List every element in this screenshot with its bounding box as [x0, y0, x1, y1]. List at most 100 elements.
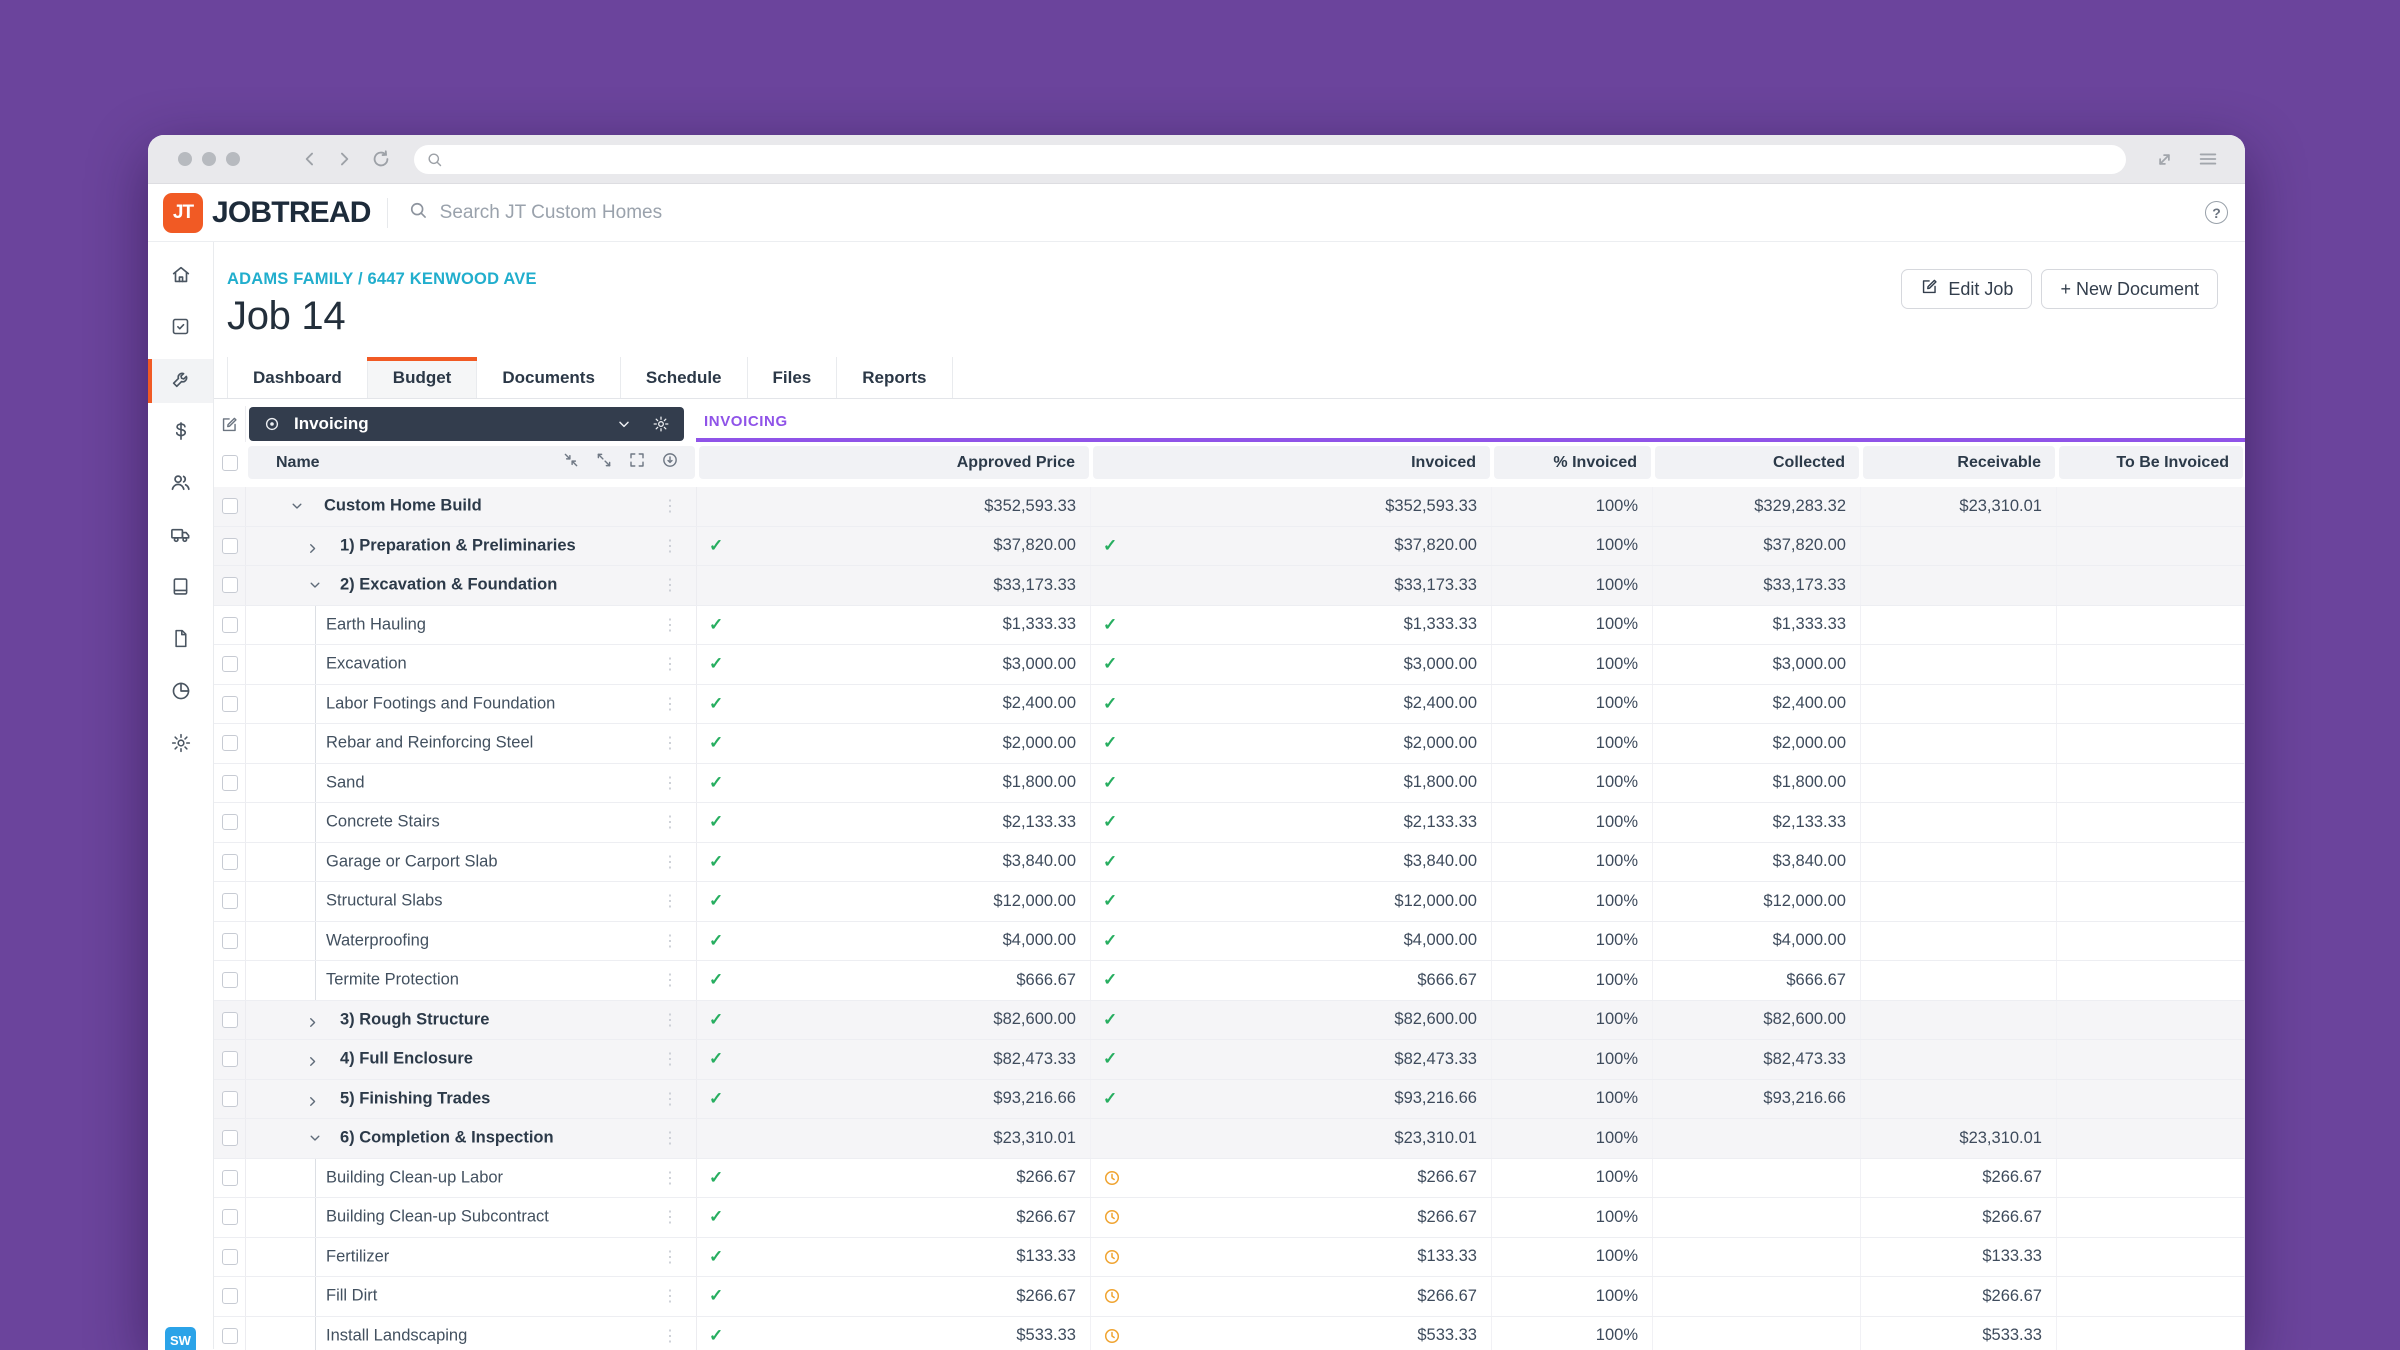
row-menu-icon[interactable]: ⋮	[662, 496, 678, 516]
sidebar-item-vendors[interactable]	[148, 515, 213, 559]
row-name[interactable]: Structural Slabs	[326, 892, 442, 911]
row-checkbox[interactable]	[221, 1130, 238, 1147]
new-document-button[interactable]: + New Document	[2041, 269, 2218, 309]
browser-back-icon[interactable]	[300, 149, 320, 169]
row-menu-icon[interactable]: ⋮	[662, 1207, 678, 1227]
row-menu-icon[interactable]: ⋮	[662, 733, 678, 753]
row-menu-icon[interactable]: ⋮	[662, 1010, 678, 1030]
row-name[interactable]: Sand	[326, 773, 365, 792]
column-header-pct-invoiced[interactable]: % Invoiced	[1494, 446, 1651, 479]
row-name[interactable]: 2) Excavation & Foundation	[340, 576, 557, 595]
row-menu-icon[interactable]: ⋮	[662, 654, 678, 674]
row-name[interactable]: Waterproofing	[326, 931, 429, 950]
row-menu-icon[interactable]: ⋮	[662, 575, 678, 595]
sidebar-item-reports[interactable]	[148, 671, 213, 715]
row-name[interactable]: Concrete Stairs	[326, 813, 440, 832]
window-maximize-icon[interactable]	[226, 152, 240, 166]
search-input[interactable]	[439, 201, 2185, 224]
tab-documents[interactable]: Documents	[477, 357, 621, 398]
window-minimize-icon[interactable]	[202, 152, 216, 166]
browser-forward-icon[interactable]	[334, 149, 354, 169]
row-checkbox[interactable]	[221, 498, 238, 515]
tab-files[interactable]: Files	[747, 357, 838, 398]
row-checkbox[interactable]	[221, 893, 238, 910]
expand-all-icon[interactable]	[595, 451, 613, 474]
table-row[interactable]: Fill Dirt ⋮ ✓ $266.67 ✓ $266.67 100% $26…	[214, 1277, 2245, 1317]
tab-dashboard[interactable]: Dashboard	[227, 357, 368, 398]
row-menu-icon[interactable]: ⋮	[662, 1049, 678, 1069]
table-row[interactable]: 2) Excavation & Foundation ⋮ ✓ $33,173.3…	[214, 566, 2245, 606]
row-name[interactable]: 3) Rough Structure	[340, 1010, 489, 1029]
table-row[interactable]: 6) Completion & Inspection ⋮ ✓ $23,310.0…	[214, 1119, 2245, 1159]
table-row[interactable]: Waterproofing ⋮ ✓ $4,000.00 ✓ $4,000.00 …	[214, 921, 2245, 961]
global-search[interactable]	[408, 200, 2185, 225]
view-selector-dropdown[interactable]: Invoicing	[249, 407, 684, 441]
row-checkbox[interactable]	[221, 1248, 238, 1265]
table-row[interactable]: Structural Slabs ⋮ ✓ $12,000.00 ✓ $12,00…	[214, 882, 2245, 922]
row-menu-icon[interactable]: ⋮	[662, 1326, 678, 1346]
row-name[interactable]: 5) Finishing Trades	[340, 1089, 490, 1108]
column-header-invoiced[interactable]: Invoiced	[1093, 446, 1490, 479]
row-name[interactable]: Fill Dirt	[326, 1287, 377, 1306]
row-checkbox[interactable]	[221, 1169, 238, 1186]
sidebar-item-documents[interactable]	[148, 619, 213, 663]
row-checkbox[interactable]	[221, 577, 238, 594]
table-row[interactable]: 5) Finishing Trades ⋮ ✓ $93,216.66 ✓ $93…	[214, 1079, 2245, 1119]
tab-reports[interactable]: Reports	[837, 357, 953, 398]
row-chevron-icon[interactable]	[306, 1094, 325, 1108]
collapse-all-icon[interactable]	[562, 451, 580, 474]
row-checkbox[interactable]	[221, 972, 238, 989]
tab-schedule[interactable]: Schedule	[620, 357, 748, 398]
download-export-icon[interactable]	[661, 451, 679, 474]
sidebar-item-contacts[interactable]	[148, 463, 213, 507]
row-checkbox[interactable]	[221, 616, 238, 633]
row-name[interactable]: Building Clean-up Labor	[326, 1168, 503, 1187]
row-name[interactable]: 1) Preparation & Preliminaries	[340, 536, 576, 555]
column-header-receivable[interactable]: Receivable	[1863, 446, 2055, 479]
row-chevron-icon[interactable]	[306, 1015, 325, 1029]
row-name[interactable]: Fertilizer	[326, 1247, 389, 1266]
sidebar-item-jobs[interactable]	[148, 359, 213, 403]
jobtread-logo[interactable]: JT JOBTREAD	[163, 192, 371, 233]
view-settings-gear-icon[interactable]	[652, 415, 670, 433]
row-menu-icon[interactable]: ⋮	[662, 931, 678, 951]
row-menu-icon[interactable]: ⋮	[662, 970, 678, 990]
table-row[interactable]: 1) Preparation & Preliminaries ⋮ ✓ $37,8…	[214, 526, 2245, 566]
row-menu-icon[interactable]: ⋮	[662, 615, 678, 635]
table-row[interactable]: Garage or Carport Slab ⋮ ✓ $3,840.00 ✓ $…	[214, 842, 2245, 882]
row-chevron-icon[interactable]	[306, 541, 325, 555]
row-name[interactable]: Labor Footings and Foundation	[326, 694, 555, 713]
row-name[interactable]: 6) Completion & Inspection	[340, 1129, 554, 1148]
table-row[interactable]: Custom Home Build ⋮ ✓ $352,593.33 ✓ $352…	[214, 487, 2245, 527]
browser-reload-icon[interactable]	[370, 148, 392, 170]
row-name[interactable]: Earth Hauling	[326, 615, 426, 634]
sidebar-item-tasks[interactable]	[148, 307, 213, 351]
row-checkbox[interactable]	[221, 1327, 238, 1344]
row-checkbox[interactable]	[221, 695, 238, 712]
row-checkbox[interactable]	[221, 1288, 238, 1305]
row-menu-icon[interactable]: ⋮	[662, 812, 678, 832]
table-row[interactable]: Building Clean-up Subcontract ⋮ ✓ $266.6…	[214, 1198, 2245, 1238]
row-checkbox[interactable]	[221, 1051, 238, 1068]
row-menu-icon[interactable]: ⋮	[662, 1168, 678, 1188]
row-menu-icon[interactable]: ⋮	[662, 773, 678, 793]
row-checkbox[interactable]	[221, 656, 238, 673]
table-row[interactable]: Rebar and Reinforcing Steel ⋮ ✓ $2,000.0…	[214, 724, 2245, 764]
row-menu-icon[interactable]: ⋮	[662, 852, 678, 872]
row-checkbox[interactable]	[221, 853, 238, 870]
row-name[interactable]: Excavation	[326, 655, 407, 674]
sidebar-item-finance[interactable]	[148, 411, 213, 455]
row-chevron-icon[interactable]	[306, 1055, 325, 1069]
row-menu-icon[interactable]: ⋮	[662, 1128, 678, 1148]
edit-view-button[interactable]	[214, 406, 246, 442]
row-checkbox[interactable]	[221, 1011, 238, 1028]
table-row[interactable]: Earth Hauling ⋮ ✓ $1,333.33 ✓ $1,333.33 …	[214, 605, 2245, 645]
browser-menu-icon[interactable]	[2197, 148, 2219, 170]
row-checkbox[interactable]	[221, 735, 238, 752]
window-controls[interactable]	[178, 152, 240, 166]
row-menu-icon[interactable]: ⋮	[662, 694, 678, 714]
table-row[interactable]: Excavation ⋮ ✓ $3,000.00 ✓ $3,000.00 100…	[214, 645, 2245, 685]
fullscreen-icon[interactable]	[628, 451, 646, 474]
row-menu-icon[interactable]: ⋮	[662, 1247, 678, 1267]
column-header-collected[interactable]: Collected	[1655, 446, 1859, 479]
